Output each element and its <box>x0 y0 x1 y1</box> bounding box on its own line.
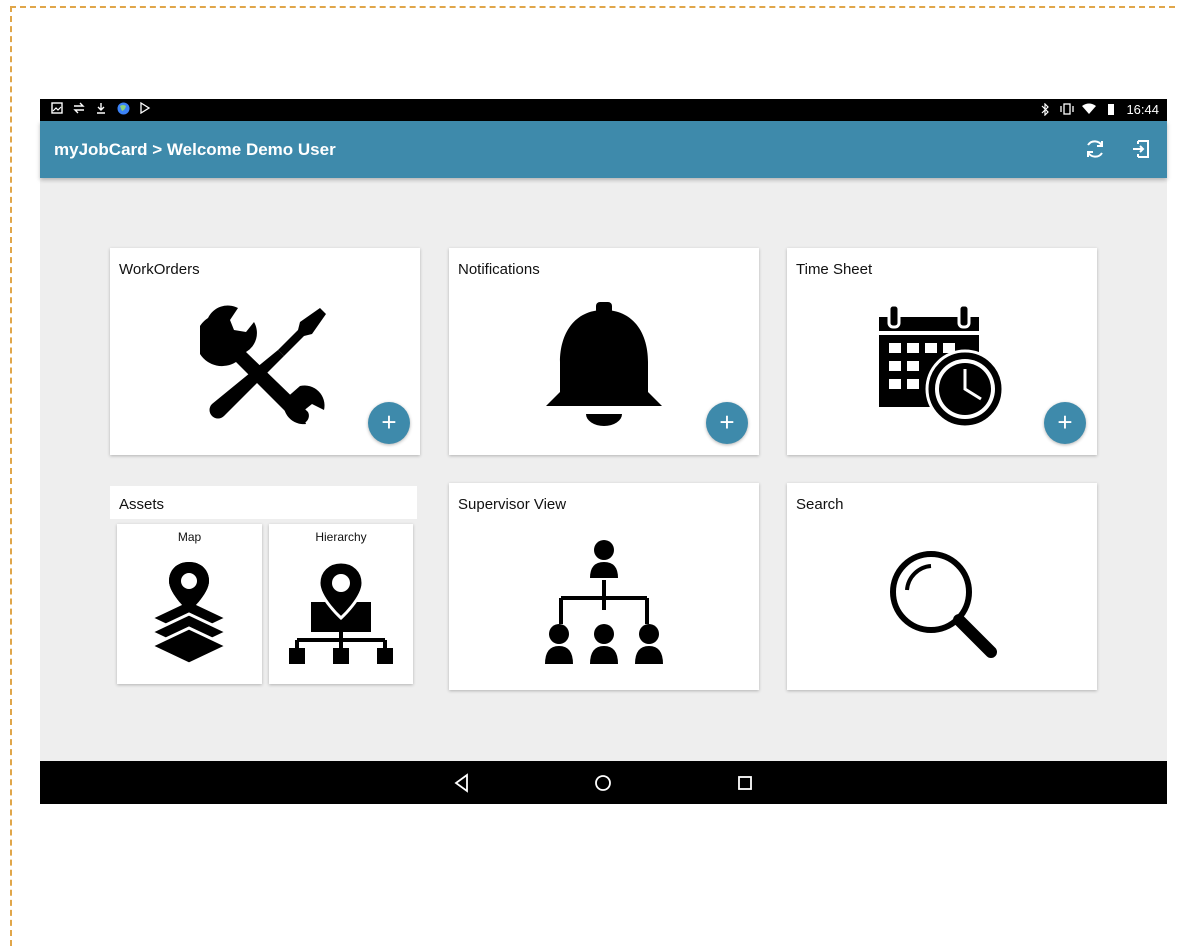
supervisor-view-tile[interactable]: Supervisor View <box>449 483 759 690</box>
search-label: Search <box>796 496 844 513</box>
notifications-label: Notifications <box>458 261 540 278</box>
assets-label: Assets <box>119 496 165 513</box>
back-icon[interactable] <box>450 771 474 795</box>
tablet-screen: 16:44 myJobCard > Welcome Demo User Work… <box>40 99 1167 804</box>
assets-hierarchy-tile[interactable]: Hierarchy <box>269 524 413 684</box>
map-layers-icon <box>147 560 231 671</box>
assets-map-tile[interactable]: Map <box>117 524 262 684</box>
download-icon <box>94 102 108 116</box>
add-timesheet-button[interactable]: + <box>1044 402 1086 444</box>
workorders-tile[interactable]: WorkOrders + <box>110 248 420 455</box>
status-bar: 16:44 <box>40 99 1167 121</box>
image-icon <box>50 102 64 116</box>
status-time: 16:44 <box>1126 102 1159 117</box>
assets-map-label: Map <box>177 530 202 544</box>
wifi-icon <box>1082 103 1097 117</box>
play-store-icon <box>138 101 152 116</box>
navigation-bar <box>40 761 1167 804</box>
magnifier-icon <box>887 548 1003 669</box>
timesheet-label: Time Sheet <box>796 261 873 278</box>
location-hierarchy-icon <box>287 560 395 671</box>
globe-icon <box>116 102 130 116</box>
org-chart-icon <box>541 538 667 673</box>
vibrate-icon <box>1060 102 1075 117</box>
supervisor-view-label: Supervisor View <box>458 496 567 513</box>
search-tile[interactable]: Search <box>787 483 1097 690</box>
timesheet-tile[interactable]: Time Sheet + <box>787 248 1097 455</box>
add-notification-button[interactable]: + <box>706 402 748 444</box>
wrench-screwdriver-icon <box>195 300 330 435</box>
workorders-label: WorkOrders <box>119 261 200 278</box>
app-bar: myJobCard > Welcome Demo User <box>40 121 1167 178</box>
calendar-clock-icon <box>877 303 1007 438</box>
logout-icon[interactable] <box>1129 137 1153 161</box>
notifications-tile[interactable]: Notifications + <box>449 248 759 455</box>
page-title: myJobCard > Welcome Demo User <box>54 140 336 159</box>
bluetooth-icon <box>1038 102 1052 117</box>
add-workorder-button[interactable]: + <box>368 402 410 444</box>
recents-icon[interactable] <box>733 771 757 795</box>
sync-icon[interactable] <box>1083 137 1107 161</box>
home-icon[interactable] <box>591 771 615 795</box>
assets-hierarchy-label: Hierarchy <box>315 530 367 544</box>
bell-icon <box>544 300 664 435</box>
assets-header: Assets <box>110 486 417 519</box>
battery-icon <box>1104 103 1118 117</box>
transfer-icon <box>72 102 86 116</box>
